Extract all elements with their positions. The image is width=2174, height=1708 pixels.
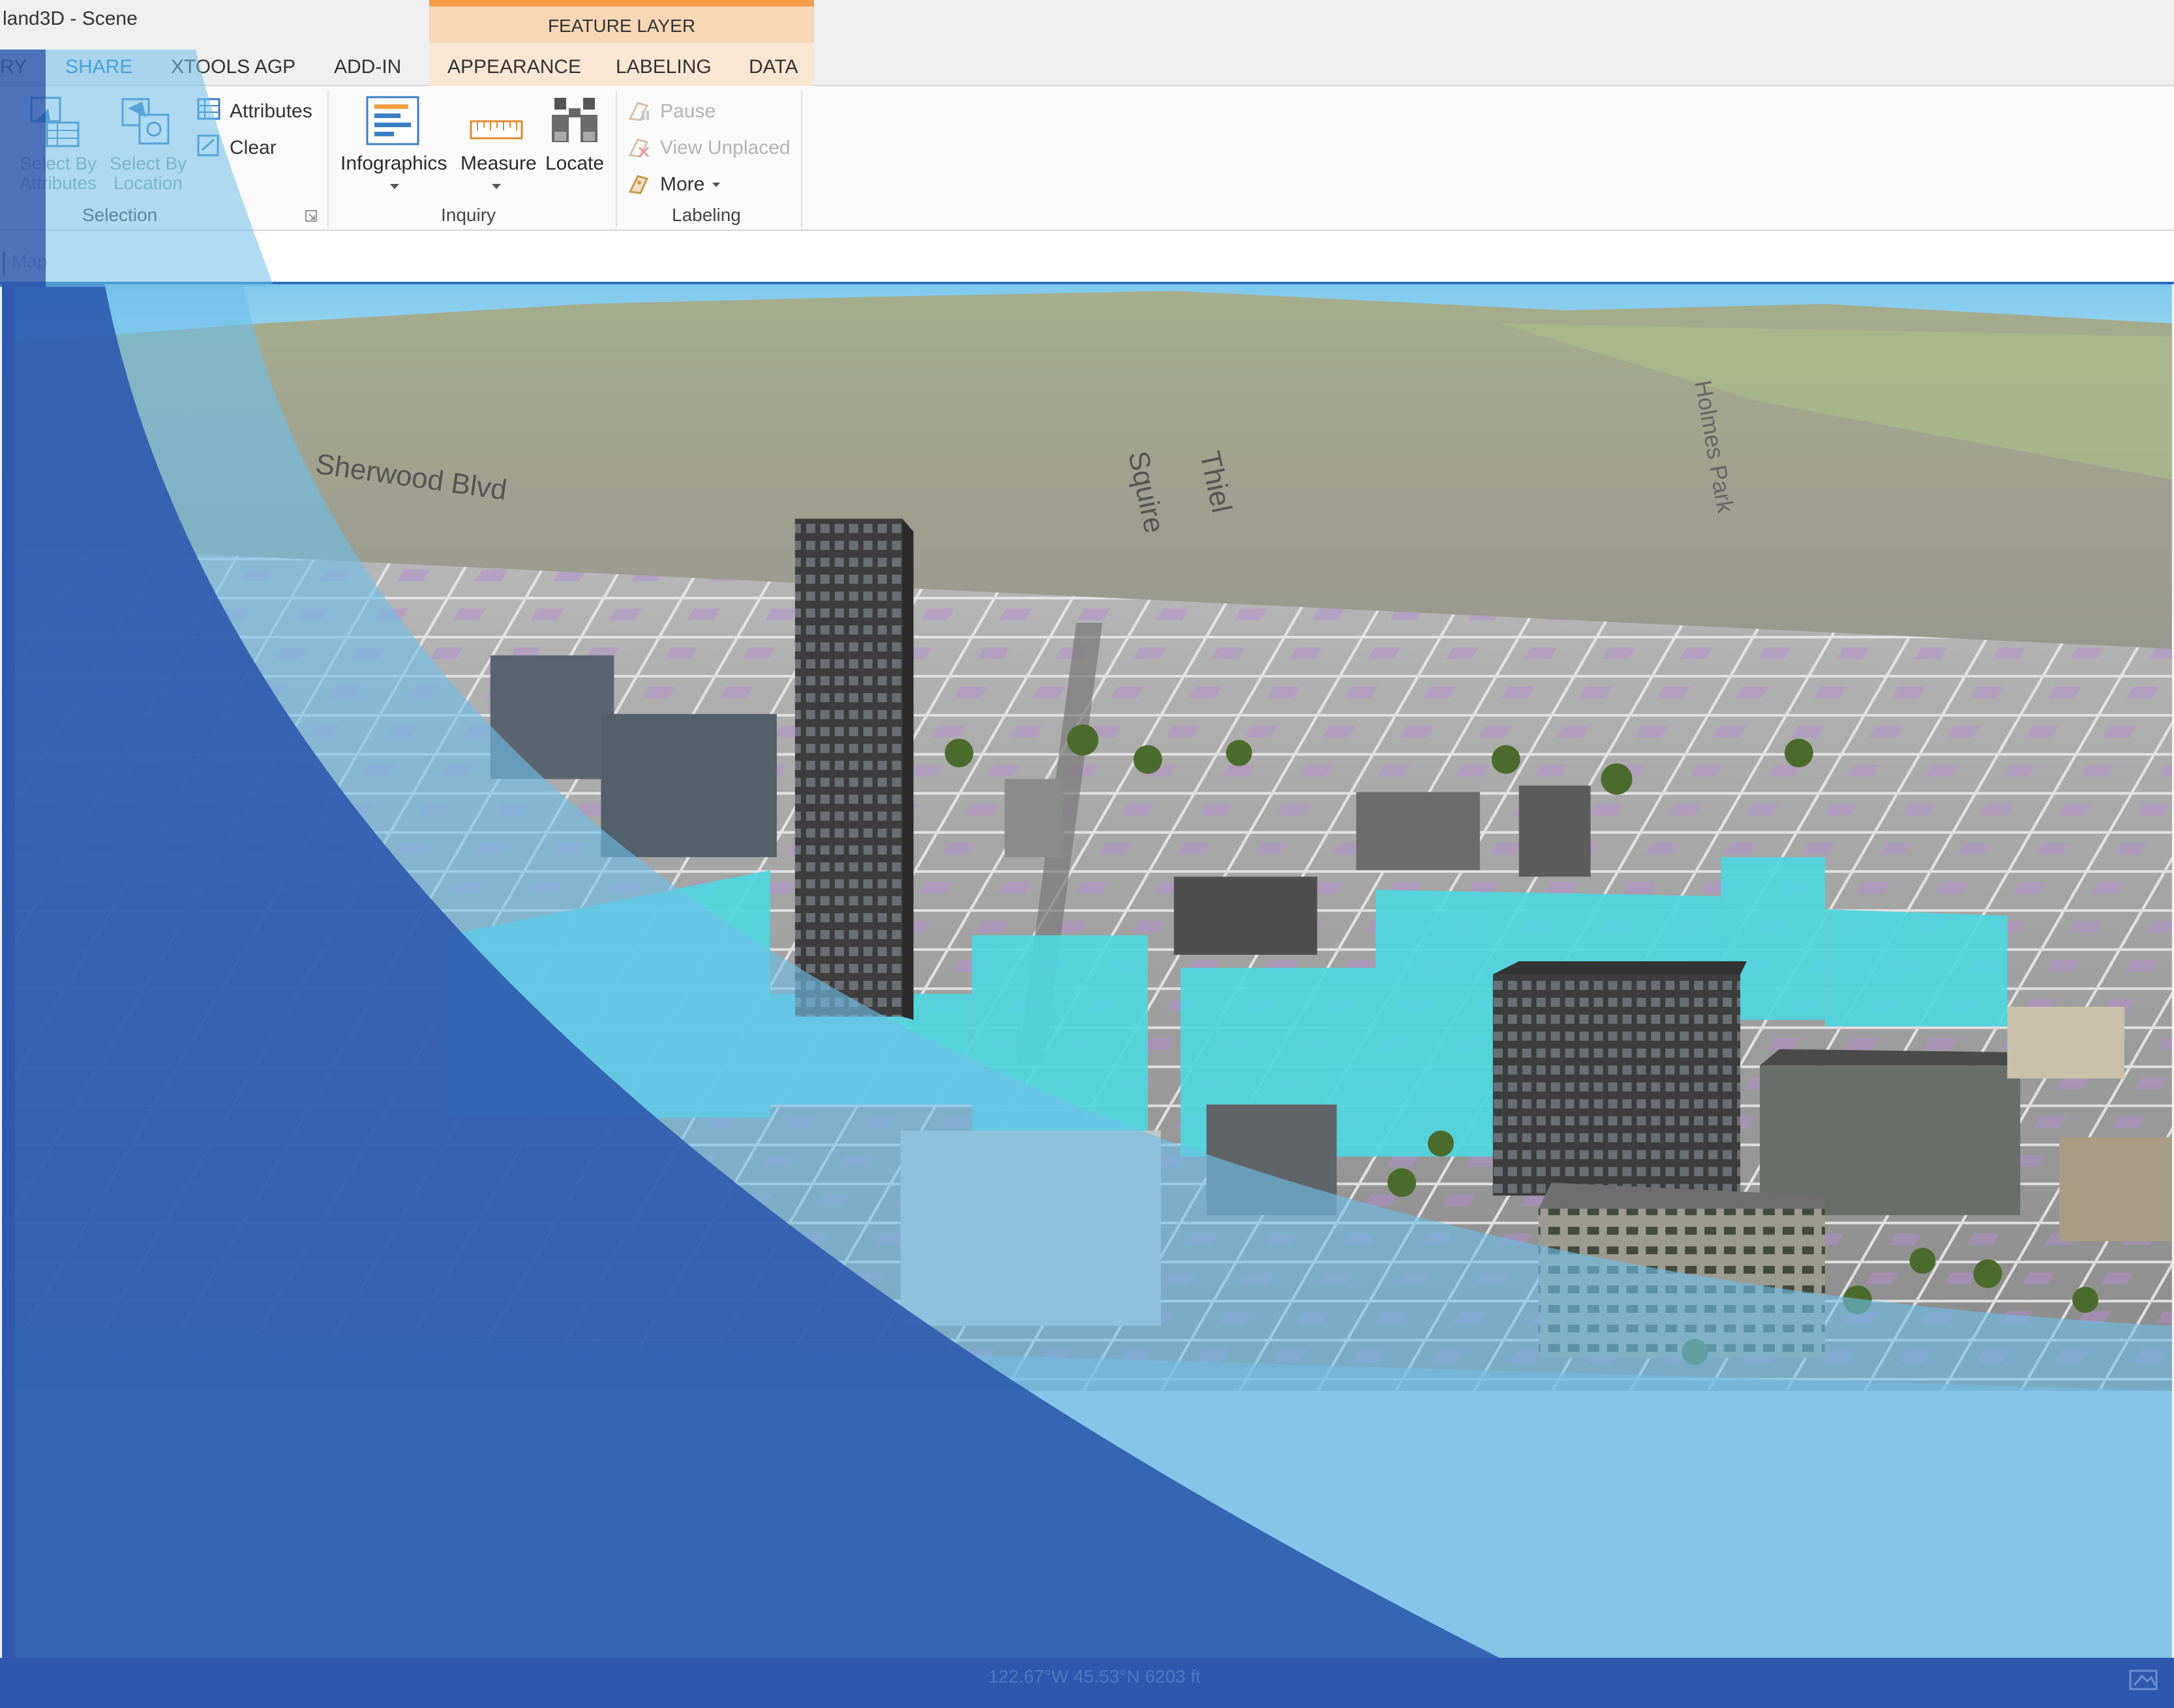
tab-share[interactable]: SHARE <box>65 56 132 78</box>
tab-add-in[interactable]: ADD-IN <box>334 56 401 78</box>
measure-button[interactable]: Measure <box>460 153 537 175</box>
ribbon-separator <box>327 91 329 227</box>
label-more-icon <box>628 175 649 194</box>
dialog-launcher-icon[interactable] <box>305 210 317 222</box>
clear-button[interactable]: Clear <box>230 137 277 159</box>
tab-data[interactable]: DATA <box>749 56 798 78</box>
scene-view[interactable]: Sherwood Blvd Squire Thiel Holmes Park <box>0 282 2174 1658</box>
infographics-dropdown-icon[interactable] <box>390 184 399 189</box>
more-button[interactable]: More <box>660 173 704 196</box>
title-bar <box>0 0 2174 43</box>
select-by-location-button[interactable]: Select By Location <box>106 154 190 193</box>
status-scene-icon[interactable] <box>2128 1667 2160 1693</box>
more-dropdown-icon[interactable] <box>712 183 720 187</box>
selection-group-label: Selection <box>82 205 158 225</box>
measure-dropdown-icon[interactable] <box>492 184 501 189</box>
tower-building <box>794 518 914 1020</box>
inquiry-group-label: Inquiry <box>441 205 496 225</box>
tab-appearance[interactable]: APPEARANCE <box>447 56 581 78</box>
ribbon-separator <box>801 91 802 227</box>
feature-layer-context-header: FEATURE LAYER <box>429 0 814 43</box>
context-header-label: FEATURE LAYER <box>547 16 696 36</box>
view-tab-marker <box>3 252 5 275</box>
locate-button[interactable]: Locate <box>545 153 604 175</box>
window-title: land3D - Scene <box>3 8 138 29</box>
binoculars-icon[interactable] <box>549 95 600 147</box>
view-tab-strip <box>0 231 2174 286</box>
select-by-location-icon[interactable] <box>120 95 174 149</box>
coordinate-readout: 122.67°W 45.53°N 6203 ft <box>988 1666 1201 1686</box>
view-unplaced-button[interactable]: View Unplaced <box>660 137 791 159</box>
ribbon-tab-row <box>0 43 2174 86</box>
clear-selection-icon <box>197 134 219 157</box>
select-by-attributes-button[interactable]: Select By Attributes <box>14 154 102 193</box>
infographics-button[interactable]: Infographics <box>340 153 447 175</box>
map-view-tab[interactable]: Map <box>12 251 47 272</box>
pause-labeling-icon <box>628 102 649 121</box>
pause-button[interactable]: Pause <box>660 100 716 123</box>
tab-labeling[interactable]: LABELING <box>616 56 712 78</box>
overlay-edge <box>2 284 16 1658</box>
labeling-group-label: Labeling <box>672 205 741 225</box>
view-unplaced-icon <box>628 138 650 158</box>
tab-xtools-agp[interactable]: XTOOLS AGP <box>171 56 295 78</box>
ribbon <box>0 86 2174 231</box>
tab-history[interactable]: RY <box>0 56 27 78</box>
measure-ruler-icon[interactable] <box>470 117 523 142</box>
infographics-icon[interactable] <box>365 95 420 146</box>
select-by-attributes-icon[interactable] <box>29 95 82 149</box>
attributes-button[interactable]: Attributes <box>230 100 312 123</box>
attribute-table-icon <box>197 98 220 120</box>
ribbon-separator <box>616 91 617 227</box>
